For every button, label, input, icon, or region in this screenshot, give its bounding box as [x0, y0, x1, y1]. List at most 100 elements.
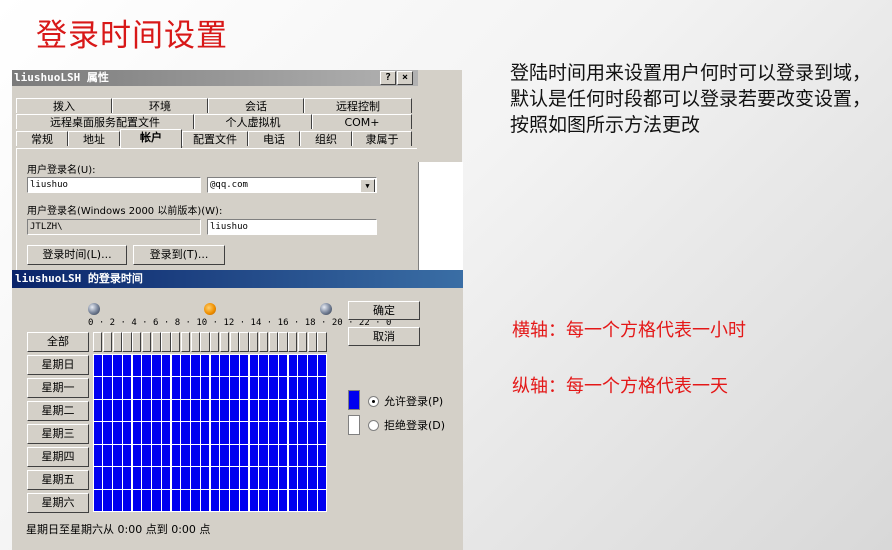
hour-cell[interactable]	[278, 399, 288, 422]
hour-header-button[interactable]	[93, 332, 103, 352]
hour-cell[interactable]	[239, 467, 249, 489]
hour-cell[interactable]	[122, 354, 132, 376]
hour-cell[interactable]	[152, 467, 161, 489]
hour-cell[interactable]	[288, 467, 298, 489]
hour-cell[interactable]	[278, 490, 288, 512]
hour-cell[interactable]	[152, 444, 161, 467]
hour-cell[interactable]	[278, 377, 288, 399]
tab-personal-vm[interactable]: 个人虚拟机	[194, 114, 312, 129]
tab-environment[interactable]: 环境	[112, 98, 208, 113]
day-button-sunday[interactable]: 星期日	[27, 355, 89, 375]
hour-header-button[interactable]	[161, 332, 171, 352]
hour-cell[interactable]	[152, 399, 161, 422]
hour-cell[interactable]	[308, 444, 317, 467]
hour-cell[interactable]	[298, 490, 307, 512]
day-button-saturday[interactable]: 星期六	[27, 493, 89, 513]
hour-cell[interactable]	[230, 377, 239, 399]
hour-header-button[interactable]	[112, 332, 122, 352]
hour-cell[interactable]	[220, 490, 229, 512]
hour-header-button[interactable]	[122, 332, 132, 352]
hour-cell[interactable]	[200, 377, 210, 399]
tab-rds-profile[interactable]: 远程桌面服务配置文件	[16, 114, 194, 129]
hour-cell[interactable]	[113, 444, 122, 467]
hour-cell[interactable]	[181, 354, 190, 376]
hour-cell[interactable]	[210, 377, 220, 399]
hour-cell[interactable]	[230, 354, 239, 376]
hour-cell[interactable]	[269, 444, 278, 467]
hour-cell[interactable]	[122, 422, 132, 444]
hour-cell[interactable]	[317, 490, 327, 512]
hour-cell[interactable]	[103, 490, 112, 512]
hour-cell[interactable]	[317, 467, 327, 489]
hour-cell[interactable]	[239, 490, 249, 512]
hour-header-button[interactable]	[190, 332, 200, 352]
hour-cell[interactable]	[278, 422, 288, 444]
hour-cell[interactable]	[93, 422, 103, 444]
hour-cell[interactable]	[103, 444, 112, 467]
hour-cell[interactable]	[113, 354, 122, 376]
hour-cell[interactable]	[161, 399, 171, 422]
hour-cell[interactable]	[200, 422, 210, 444]
hour-cell[interactable]	[259, 422, 268, 444]
hour-cell[interactable]	[191, 467, 200, 489]
hour-cell[interactable]	[259, 444, 268, 467]
hour-cell[interactable]	[122, 490, 132, 512]
hour-cell[interactable]	[317, 422, 327, 444]
hour-cell[interactable]	[93, 490, 103, 512]
logon-hours-button[interactable]: 登录时间(L)...	[27, 245, 127, 265]
hour-cell[interactable]	[161, 444, 171, 467]
hour-header-button[interactable]	[249, 332, 259, 352]
hour-cell[interactable]	[161, 467, 171, 489]
day-button-wednesday[interactable]: 星期三	[27, 424, 89, 444]
tab-complus[interactable]: COM+	[312, 114, 412, 129]
tab-profile[interactable]: 配置文件	[182, 131, 248, 146]
hour-cell[interactable]	[259, 399, 268, 422]
hour-cell[interactable]	[113, 467, 122, 489]
hour-cell[interactable]	[249, 490, 259, 512]
hour-cell[interactable]	[171, 467, 181, 489]
tab-sessions[interactable]: 会话	[208, 98, 304, 113]
hour-cell[interactable]	[132, 399, 142, 422]
hour-cell[interactable]	[220, 467, 229, 489]
hour-header-button[interactable]	[180, 332, 190, 352]
hour-header-button[interactable]	[171, 332, 181, 352]
hour-cell[interactable]	[298, 422, 307, 444]
hour-cell[interactable]	[249, 422, 259, 444]
tab-address[interactable]: 地址	[68, 131, 120, 146]
hour-cell[interactable]	[181, 422, 190, 444]
hour-cell[interactable]	[171, 444, 181, 467]
hour-cell[interactable]	[230, 422, 239, 444]
logon-to-button[interactable]: 登录到(T)...	[133, 245, 225, 265]
hour-cell[interactable]	[191, 399, 200, 422]
hour-cell[interactable]	[113, 422, 122, 444]
hour-cell[interactable]	[298, 377, 307, 399]
hour-cell[interactable]	[142, 354, 151, 376]
hour-cell[interactable]	[191, 422, 200, 444]
hour-cell[interactable]	[288, 422, 298, 444]
hour-cell[interactable]	[122, 444, 132, 467]
hour-cell[interactable]	[103, 399, 112, 422]
hour-header-button[interactable]	[200, 332, 210, 352]
hour-cell[interactable]	[288, 377, 298, 399]
hour-cell[interactable]	[152, 490, 161, 512]
hour-cell[interactable]	[239, 422, 249, 444]
help-button[interactable]: ?	[380, 71, 396, 85]
hour-cell[interactable]	[142, 422, 151, 444]
hour-cell[interactable]	[132, 354, 142, 376]
hour-cell[interactable]	[200, 490, 210, 512]
hour-header-button[interactable]	[219, 332, 229, 352]
hour-cell[interactable]	[249, 354, 259, 376]
day-button-friday[interactable]: 星期五	[27, 470, 89, 490]
hour-cell[interactable]	[249, 399, 259, 422]
tab-member-of[interactable]: 隶属于	[352, 131, 412, 146]
day-button-thursday[interactable]: 星期四	[27, 447, 89, 467]
hour-header-button[interactable]	[258, 332, 268, 352]
hour-cell[interactable]	[269, 422, 278, 444]
hour-cell[interactable]	[308, 354, 317, 376]
hour-cell[interactable]	[161, 377, 171, 399]
hour-cell[interactable]	[210, 444, 220, 467]
tab-telephones[interactable]: 电话	[248, 131, 300, 146]
hour-cell[interactable]	[317, 399, 327, 422]
hour-cell[interactable]	[278, 354, 288, 376]
hour-cell[interactable]	[122, 399, 132, 422]
